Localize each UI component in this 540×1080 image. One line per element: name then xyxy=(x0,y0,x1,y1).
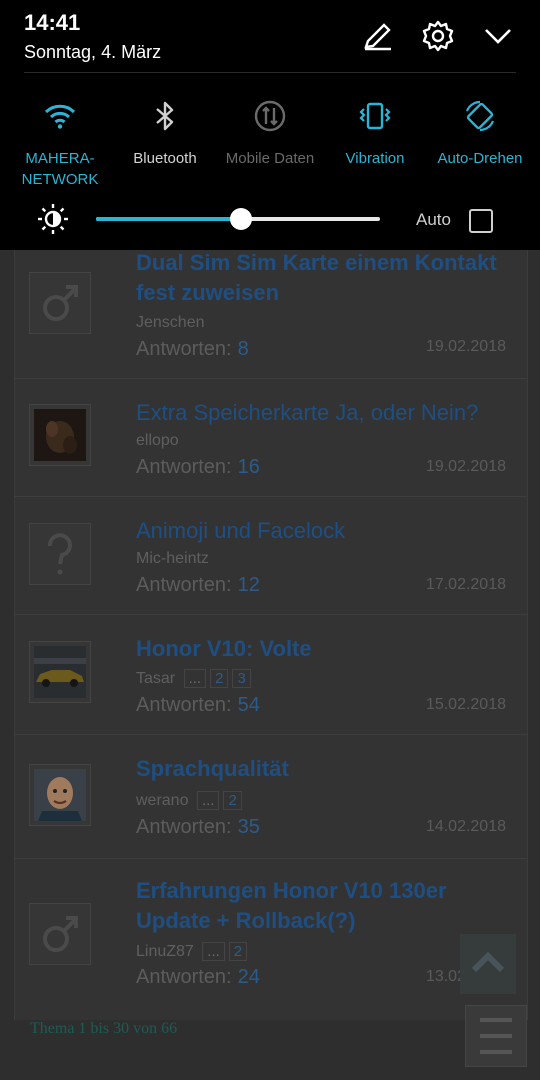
replies-label: Antworten: xyxy=(136,574,232,596)
thread-author: werano ... 2 xyxy=(136,791,242,810)
thread-author: LinuZ87 ... 2 xyxy=(136,942,248,961)
mobile-data-icon xyxy=(250,96,290,136)
thread-date: 19.02.2018 xyxy=(425,338,506,355)
chevron-up-icon xyxy=(471,951,505,973)
thread-row[interactable]: Animoji und Facelock Mic-heintz Antworte… xyxy=(15,496,527,615)
brightness-slider[interactable] xyxy=(96,208,380,230)
menu-icon-bar xyxy=(480,1018,512,1022)
replies-count: 24 xyxy=(237,966,260,988)
tile-bluetooth[interactable]: Bluetooth xyxy=(111,96,219,169)
forum-page-background: Dual Sim Sim Karte einem Kontakt fest zu… xyxy=(0,250,540,1080)
thread-title[interactable]: Honor V10: Volte xyxy=(136,634,516,664)
thread-date: 15.02.2018 xyxy=(425,696,506,713)
replies-label: Antworten: xyxy=(136,338,232,360)
thread-title[interactable]: Animoji und Facelock xyxy=(136,516,516,546)
male-placeholder-icon xyxy=(29,903,91,965)
thread-title[interactable]: Dual Sim Sim Karte einem Kontakt fest zu… xyxy=(136,248,516,308)
thread-row[interactable]: Dual Sim Sim Karte einem Kontakt fest zu… xyxy=(15,250,527,379)
clock: 14:41 xyxy=(24,10,81,35)
thread-count-summary: Thema 1 bis 30 von 66 xyxy=(30,1020,178,1037)
page-ellipsis: ... xyxy=(183,669,207,688)
replies-count: 54 xyxy=(237,694,260,716)
replies-label: Antworten: xyxy=(136,456,232,478)
replies-count: 16 xyxy=(237,456,260,478)
thread-author-name[interactable]: werano xyxy=(136,792,188,809)
thread-author[interactable]: ellopo xyxy=(136,432,179,450)
replies-label: Antworten: xyxy=(136,694,232,716)
thread-replies: Antworten: 12 xyxy=(136,574,260,597)
thread-list: Dual Sim Sim Karte einem Kontakt fest zu… xyxy=(14,250,528,1020)
thread-author[interactable]: Mic-heintz xyxy=(136,550,209,568)
thread-author-name[interactable]: Tasar xyxy=(136,670,175,687)
car-photo-avatar xyxy=(29,641,91,703)
menu-button[interactable] xyxy=(465,1005,527,1067)
tile-mobile-data-label: Mobile Daten xyxy=(225,150,315,167)
tile-vibration-label: Vibration xyxy=(345,150,405,167)
bluetooth-icon xyxy=(145,96,185,136)
page-link[interactable]: 2 xyxy=(228,942,248,961)
thread-date: 17.02.2018 xyxy=(425,576,506,593)
edit-icon[interactable] xyxy=(360,18,396,54)
menu-icon-bar xyxy=(480,1034,512,1038)
thread-title[interactable]: Sprachqualität xyxy=(136,754,516,784)
page-link[interactable]: 2 xyxy=(210,669,229,688)
date: Sonntag, 4. März xyxy=(24,42,162,62)
thread-replies: Antworten: 35 xyxy=(136,816,260,839)
thread-author: Tasar ... 2 3 xyxy=(136,669,251,688)
replies-count: 8 xyxy=(237,338,249,360)
thread-row[interactable]: Sprachqualität werano ... 2 Antworten: 35 … xyxy=(15,734,527,859)
thread-replies: Antworten: 8 xyxy=(136,338,249,361)
page-ellipsis: ... xyxy=(196,791,220,810)
tile-wifi-label: MAHERA- NETWORK xyxy=(21,150,99,188)
tile-mobile-data[interactable]: Mobile Daten xyxy=(216,96,324,169)
tile-auto-rotate-label: Auto-Drehen xyxy=(437,150,523,167)
auto-rotate-icon xyxy=(460,96,500,136)
collapse-chevron-icon[interactable] xyxy=(480,18,516,54)
thread-title[interactable]: Erfahrungen Honor V10 130er Update + Rol… xyxy=(136,876,516,936)
page-ellipsis: ... xyxy=(202,942,225,961)
brightness-slider-fill xyxy=(96,217,241,221)
notification-shade: 14:41 Sonntag, 4. März MAHERA- NETWORK B… xyxy=(0,0,540,250)
thread-replies: Antworten: 24 xyxy=(136,966,260,989)
replies-label: Antworten: xyxy=(136,816,232,838)
brightness-slider-thumb[interactable] xyxy=(229,208,252,230)
menu-icon-bar xyxy=(480,1050,512,1054)
unknown-placeholder-icon xyxy=(29,523,91,585)
thread-row[interactable]: Erfahrungen Honor V10 130er Update + Rol… xyxy=(15,858,527,1010)
male-placeholder-icon xyxy=(29,272,91,334)
page-link[interactable]: 2 xyxy=(223,791,242,810)
replies-label: Antworten: xyxy=(136,966,232,988)
thread-author-name[interactable]: LinuZ87 xyxy=(136,943,194,960)
thread-replies: Antworten: 16 xyxy=(136,456,260,479)
thread-title[interactable]: Extra Speicherkarte Ja, oder Nein? xyxy=(136,398,516,428)
auto-brightness-checkbox[interactable] xyxy=(469,209,493,233)
auto-brightness-label: Auto xyxy=(416,210,451,229)
thread-author[interactable]: Jenschen xyxy=(136,314,205,332)
thread-replies: Antworten: 54 xyxy=(136,694,260,717)
thread-date: 14.02.2018 xyxy=(425,818,506,835)
thread-row[interactable]: Honor V10: Volte Tasar ... 2 3 Antworten: 5… xyxy=(15,614,527,735)
replies-count: 12 xyxy=(237,574,260,596)
tile-auto-rotate[interactable]: Auto-Drehen xyxy=(426,96,534,169)
scroll-to-top-button[interactable] xyxy=(460,934,516,994)
page-link[interactable]: 3 xyxy=(232,669,251,688)
thread-row[interactable]: Extra Speicherkarte Ja, oder Nein? ellop… xyxy=(15,378,527,497)
replies-count: 35 xyxy=(237,816,260,838)
tile-wifi[interactable]: MAHERA- NETWORK xyxy=(6,96,114,190)
thread-date: 19.02.2018 xyxy=(425,458,506,475)
cartoon-face-avatar xyxy=(29,764,91,826)
tile-bluetooth-label: Bluetooth xyxy=(133,150,197,167)
tile-vibration[interactable]: Vibration xyxy=(321,96,429,169)
settings-icon[interactable] xyxy=(420,18,456,54)
user-photo-avatar xyxy=(29,404,91,466)
wifi-icon xyxy=(40,96,80,136)
shade-divider xyxy=(24,72,516,73)
brightness-icon xyxy=(36,202,70,236)
vibration-icon xyxy=(355,96,395,136)
